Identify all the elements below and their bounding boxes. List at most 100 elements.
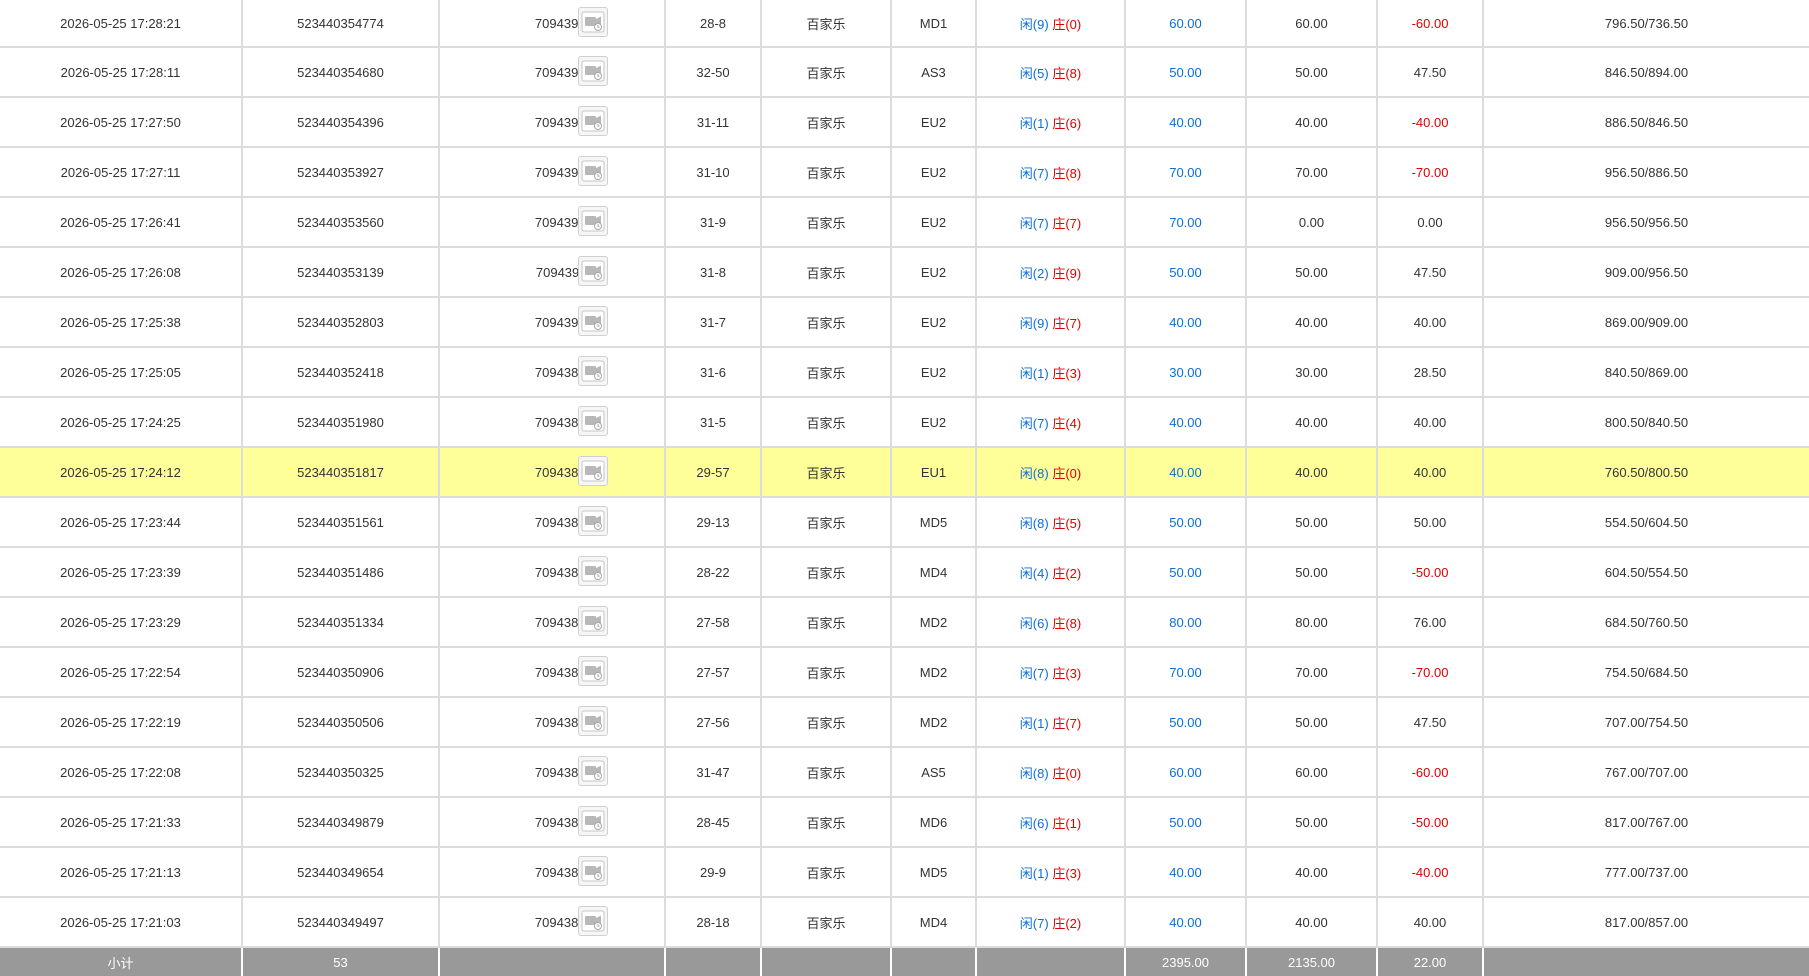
player-points: (6): [1032, 615, 1049, 631]
valid-bet-cell: 0.00: [1246, 197, 1378, 248]
game-id-cell: 709438753: [439, 447, 666, 498]
video-replay-button[interactable]: [578, 106, 608, 136]
balance-cell: 817.00/767.00: [1483, 797, 1809, 848]
bet-amount-cell: 50.00: [1125, 697, 1247, 748]
balance-cell: 777.00/737.00: [1483, 847, 1809, 898]
table-row: 2026-05-25 17:28:11 523440354680 7094394…: [0, 47, 1809, 98]
banker-points: (0): [1065, 465, 1082, 481]
video-replay-button[interactable]: [578, 206, 608, 236]
video-replay-icon: [581, 360, 605, 382]
video-replay-button[interactable]: [578, 806, 608, 836]
video-replay-button[interactable]: [578, 306, 608, 336]
shoe-round-cell: 28-18: [665, 897, 762, 948]
order-number-cell: 523440349497: [242, 897, 440, 948]
banker-label: 庄: [1052, 665, 1066, 681]
video-replay-button[interactable]: [578, 756, 608, 786]
table-row: 2026-05-25 17:23:39 523440351486 7094386…: [0, 547, 1809, 598]
video-replay-button[interactable]: [578, 706, 608, 736]
shoe-round-cell: 31-5: [665, 397, 762, 448]
bet-time-cell: 2026-05-25 17:23:29: [0, 597, 243, 648]
subtotal-win: 22.00: [1377, 947, 1484, 976]
video-replay-button[interactable]: [578, 456, 608, 486]
banker-points: (9): [1065, 265, 1082, 281]
subtotal-empty: [665, 947, 762, 976]
balance-cell: 817.00/857.00: [1483, 897, 1809, 948]
table-code-cell: MD2: [891, 647, 977, 698]
player-points: (4): [1032, 565, 1049, 581]
banker-points: (7): [1065, 715, 1082, 731]
video-replay-button[interactable]: [578, 906, 608, 936]
subtotal-empty: [761, 947, 892, 976]
valid-bet-cell: 70.00: [1246, 647, 1378, 698]
win-loss-cell: 40.00: [1377, 447, 1484, 498]
order-number-cell: 523440351486: [242, 547, 440, 598]
video-replay-button[interactable]: [578, 506, 608, 536]
player-label: 闲: [1019, 865, 1033, 881]
video-replay-button[interactable]: [578, 556, 608, 586]
valid-bet-cell: 50.00: [1246, 547, 1378, 598]
table-code-cell: EU2: [891, 347, 977, 398]
balance-cell: 707.00/754.50: [1483, 697, 1809, 748]
banker-points: (1): [1065, 815, 1082, 831]
table-row: 2026-05-25 17:28:21 523440354774 7094394…: [0, 0, 1809, 48]
win-loss-cell: 0.00: [1377, 197, 1484, 248]
order-number-cell: 523440354774: [242, 0, 440, 48]
game-type-cell: 百家乐: [761, 447, 892, 498]
player-label: 闲: [1019, 915, 1033, 931]
banker-label: 庄: [1052, 115, 1066, 131]
table-code-cell: EU2: [891, 97, 977, 148]
table-row: 2026-05-25 17:27:50 523440354396 7094393…: [0, 97, 1809, 148]
player-label: 闲: [1019, 365, 1033, 381]
banker-label: 庄: [1052, 615, 1066, 631]
player-label: 闲: [1019, 265, 1033, 281]
bet-amount-cell: 70.00: [1125, 647, 1247, 698]
video-replay-button[interactable]: [578, 56, 608, 86]
table-row: 2026-05-25 17:25:05 523440352418 7094389…: [0, 347, 1809, 398]
video-replay-button[interactable]: [578, 256, 608, 286]
game-id-cell: 709438700: [439, 497, 666, 548]
table-row: 2026-05-25 17:22:08 523440350325 7094384…: [0, 747, 1809, 798]
valid-bet-cell: 30.00: [1246, 347, 1378, 398]
video-replay-button[interactable]: [578, 356, 608, 386]
game-type-cell: 百家乐: [761, 397, 892, 448]
player-label: 闲: [1019, 465, 1033, 481]
banker-points: (5): [1065, 515, 1082, 531]
player-points: (9): [1032, 315, 1049, 331]
video-replay-button[interactable]: [578, 156, 608, 186]
video-replay-button[interactable]: [578, 856, 608, 886]
subtotal-count: 53: [242, 947, 440, 976]
video-replay-button[interactable]: [578, 406, 608, 436]
subtotal-empty: [1483, 947, 1809, 976]
table-code-cell: EU2: [891, 297, 977, 348]
table-code-cell: MD2: [891, 597, 977, 648]
player-points: (8): [1032, 765, 1049, 781]
bet-amount-cell: 70.00: [1125, 147, 1247, 198]
player-label: 闲: [1019, 715, 1033, 731]
game-id-cell: 709439116: [439, 247, 666, 298]
player-points: (6): [1032, 815, 1049, 831]
video-replay-button[interactable]: [578, 656, 608, 686]
banker-label: 庄: [1052, 365, 1066, 381]
player-points: (7): [1032, 415, 1049, 431]
game-type-cell: 百家乐: [761, 197, 892, 248]
banker-points: (8): [1065, 165, 1082, 181]
player-points: (2): [1032, 265, 1049, 281]
banker-label: 庄: [1052, 265, 1066, 281]
video-replay-button[interactable]: [578, 606, 608, 636]
order-number-cell: 523440350906: [242, 647, 440, 698]
valid-bet-cell: 50.00: [1246, 247, 1378, 298]
player-label: 闲: [1019, 315, 1033, 331]
video-replay-button[interactable]: [578, 7, 608, 37]
bet-amount-cell: 60.00: [1125, 747, 1247, 798]
win-loss-cell: 47.50: [1377, 47, 1484, 98]
subtotal-valid: 2135.00: [1246, 947, 1378, 976]
banker-points: (7): [1065, 215, 1082, 231]
bet-amount-cell: 50.00: [1125, 547, 1247, 598]
table-row: 2026-05-25 17:24:12 523440351817 7094387…: [0, 447, 1809, 498]
game-type-cell: 百家乐: [761, 147, 892, 198]
result-cell: 闲(8) 庄(0): [976, 747, 1126, 798]
video-replay-icon: [581, 210, 605, 232]
result-cell: 闲(2) 庄(9): [976, 247, 1126, 298]
banker-label: 庄: [1052, 415, 1066, 431]
bet-records-table: 2026-05-25 17:28:21 523440354774 7094394…: [0, 0, 1809, 976]
